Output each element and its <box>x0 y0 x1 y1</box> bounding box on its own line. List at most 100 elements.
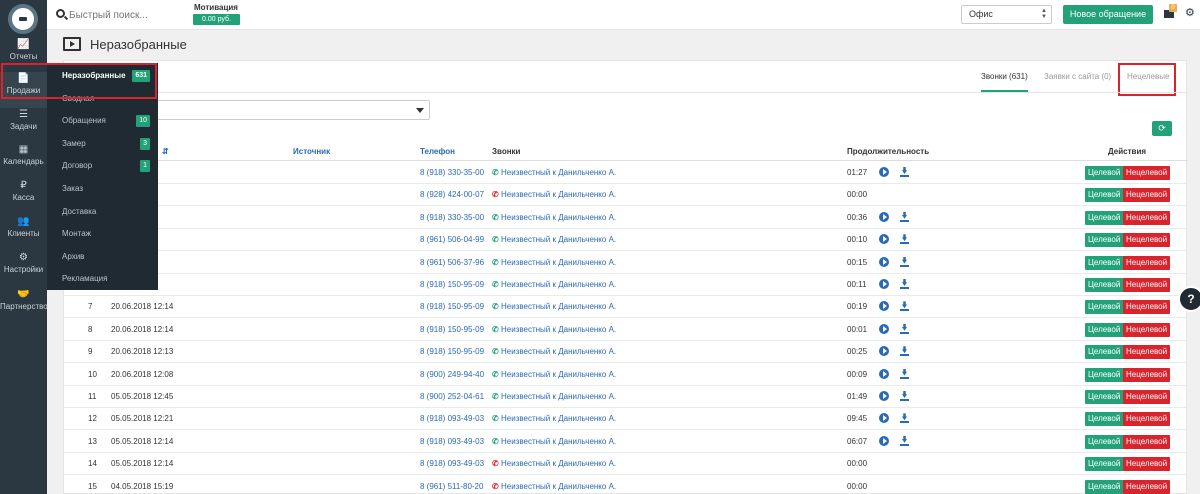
row-phone[interactable]: 8 (961) 506-37-96 <box>420 258 484 267</box>
download-icon[interactable] <box>900 257 909 267</box>
target-button[interactable]: Целевой <box>1085 345 1124 360</box>
tab-site-requests[interactable]: Заявки с сайта (0) <box>1044 72 1111 92</box>
download-icon[interactable] <box>900 369 909 379</box>
sidebar-item-2[interactable]: ☰ Задачи <box>0 108 47 144</box>
target-button[interactable]: Целевой <box>1085 322 1124 337</box>
sidebar-item-7[interactable]: 🤝 Партнерство <box>0 288 48 324</box>
office-select[interactable]: Офис ▲ ▼ <box>961 5 1052 24</box>
submenu-item-6[interactable]: Доставка <box>47 201 158 223</box>
search-input[interactable] <box>69 7 179 23</box>
refresh-button[interactable]: ⟳ <box>1152 121 1172 136</box>
download-icon[interactable] <box>900 436 909 446</box>
nontarget-button[interactable]: Нецелевой <box>1123 188 1171 203</box>
row-phone[interactable]: 8 (918) 093-49-03 <box>420 414 484 423</box>
nontarget-button[interactable]: Нецелевой <box>1123 434 1171 449</box>
call-description[interactable]: Неизвестный к Данильченко А. <box>501 302 616 311</box>
submenu-item-3[interactable]: Замер 3 <box>47 133 158 155</box>
submenu-item-5[interactable]: Заказ <box>47 178 158 200</box>
row-phone[interactable]: 8 (928) 424-00-07 <box>420 190 484 199</box>
call-description[interactable]: Неизвестный к Данильченко А. <box>501 235 616 244</box>
submenu-item-4[interactable]: Договор 1 <box>47 155 158 177</box>
target-button[interactable]: Целевой <box>1085 255 1124 270</box>
target-button[interactable]: Целевой <box>1085 166 1124 180</box>
submenu-item-8[interactable]: Архив <box>47 246 158 268</box>
help-button[interactable]: ? <box>1178 286 1200 312</box>
call-description[interactable]: Неизвестный к Данильченко А. <box>501 280 616 289</box>
header-phone[interactable]: Телефон <box>420 147 455 156</box>
target-button[interactable]: Целевой <box>1085 278 1124 292</box>
download-icon[interactable] <box>900 324 909 334</box>
call-description[interactable]: Неизвестный к Данильченко А. <box>501 347 616 356</box>
play-icon[interactable] <box>879 435 889 446</box>
nontarget-button[interactable]: Нецелевой <box>1123 166 1171 180</box>
sort-icon[interactable]: ⇵ <box>162 147 169 156</box>
row-phone[interactable]: 8 (918) 150-95-09 <box>420 280 484 289</box>
row-phone[interactable]: 8 (918) 093-49-03 <box>420 437 484 446</box>
nontarget-button[interactable]: Нецелевой <box>1123 300 1171 315</box>
row-phone[interactable]: 8 (900) 249-94-40 <box>420 370 484 379</box>
play-icon[interactable] <box>879 301 889 312</box>
row-phone[interactable]: 8 (900) 252-04-61 <box>420 392 484 401</box>
call-description[interactable]: Неизвестный к Данильченко А. <box>501 190 616 199</box>
nontarget-button[interactable]: Нецелевой <box>1123 278 1171 292</box>
nontarget-button[interactable]: Нецелевой <box>1123 479 1171 494</box>
row-phone[interactable]: 8 (918) 093-49-03 <box>420 459 484 468</box>
nontarget-button[interactable]: Нецелевой <box>1123 233 1171 248</box>
call-description[interactable]: Неизвестный к Данильченко А. <box>501 258 616 267</box>
target-button[interactable]: Целевой <box>1085 188 1124 203</box>
nontarget-button[interactable]: Нецелевой <box>1123 390 1171 404</box>
search-icon[interactable] <box>56 9 65 18</box>
nontarget-button[interactable]: Нецелевой <box>1123 255 1171 270</box>
row-phone[interactable]: 8 (918) 150-95-09 <box>420 302 484 311</box>
sidebar-item-3[interactable]: ▦ Календарь <box>0 143 47 179</box>
play-icon[interactable] <box>879 391 889 401</box>
nontarget-button[interactable]: Нецелевой <box>1123 210 1171 225</box>
row-phone[interactable]: 8 (918) 150-95-09 <box>420 325 484 334</box>
row-phone[interactable]: 8 (918) 330-35-00 <box>420 168 484 177</box>
sidebar-item-6[interactable]: ⚙ Настройки <box>0 251 47 287</box>
nontarget-button[interactable]: Нецелевой <box>1123 345 1171 360</box>
settings-gear-icon[interactable]: ⚙ <box>1185 6 1195 19</box>
download-icon[interactable] <box>900 167 909 177</box>
tab-calls[interactable]: Звонки (631) <box>981 72 1028 92</box>
sidebar-item-4[interactable]: ₽ Касса <box>0 179 47 215</box>
nontarget-button[interactable]: Нецелевой <box>1123 457 1171 472</box>
download-icon[interactable] <box>900 413 909 424</box>
play-icon[interactable] <box>879 368 889 379</box>
download-icon[interactable] <box>900 391 909 401</box>
call-description[interactable]: Неизвестный к Данильченко А. <box>501 437 616 446</box>
target-button[interactable]: Целевой <box>1085 367 1124 382</box>
play-icon[interactable] <box>879 211 889 222</box>
target-button[interactable]: Целевой <box>1085 412 1124 427</box>
call-description[interactable]: Неизвестный к Данильченко А. <box>501 414 616 423</box>
download-icon[interactable] <box>900 234 909 245</box>
row-phone[interactable]: 8 (918) 150-95-09 <box>420 347 484 356</box>
target-button[interactable]: Целевой <box>1085 390 1124 404</box>
play-icon[interactable] <box>879 234 889 245</box>
call-description[interactable]: Неизвестный к Данильченко А. <box>501 392 616 401</box>
play-icon[interactable] <box>879 323 889 334</box>
download-icon[interactable] <box>900 301 909 312</box>
row-phone[interactable]: 8 (961) 506-04-99 <box>420 235 484 244</box>
submenu-item-9[interactable]: Рекламация <box>47 268 158 290</box>
call-description[interactable]: Неизвестный к Данильченко А. <box>501 459 616 468</box>
header-source[interactable]: Источник <box>293 147 330 156</box>
target-button[interactable]: Целевой <box>1085 210 1124 225</box>
new-request-button[interactable]: Новое обращение <box>1063 5 1153 24</box>
submenu-item-2[interactable]: Обращения 10 <box>47 110 158 132</box>
call-description[interactable]: Неизвестный к Данильченко А. <box>501 168 616 177</box>
download-icon[interactable] <box>900 279 909 289</box>
call-description[interactable]: Неизвестный к Данильченко А. <box>501 213 616 222</box>
call-description[interactable]: Неизвестный к Данильченко А. <box>501 325 616 334</box>
nontarget-button[interactable]: Нецелевой <box>1123 367 1171 382</box>
nontarget-button[interactable]: Нецелевой <box>1123 322 1171 337</box>
sidebar-item-5[interactable]: 👥 Клиенты <box>0 215 47 251</box>
nontarget-button[interactable]: Нецелевой <box>1123 412 1171 427</box>
download-icon[interactable] <box>900 212 909 222</box>
filter-select[interactable] <box>127 100 430 120</box>
play-icon[interactable] <box>879 413 889 424</box>
call-description[interactable]: Неизвестный к Данильченко А. <box>501 370 616 379</box>
target-button[interactable]: Целевой <box>1085 233 1124 248</box>
row-phone[interactable]: 8 (961) 511-80-20 <box>420 482 483 491</box>
target-button[interactable]: Целевой <box>1085 300 1124 315</box>
